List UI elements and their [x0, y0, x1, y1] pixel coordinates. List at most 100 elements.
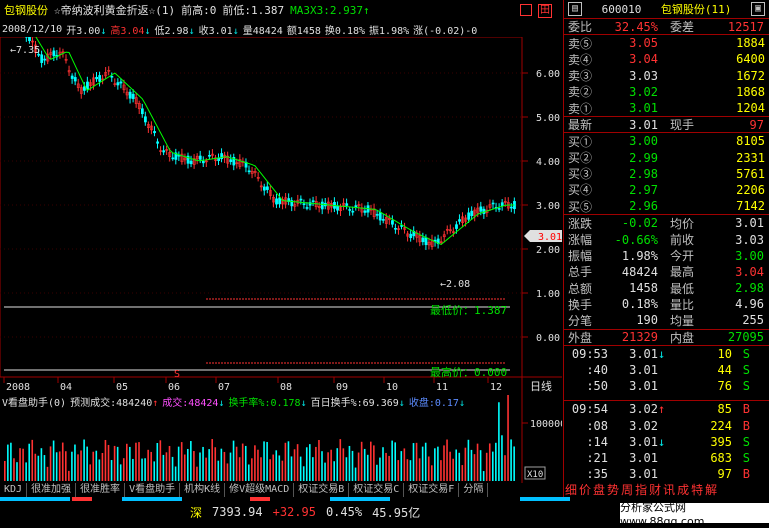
- volume-bar: [129, 447, 131, 481]
- stat-row: 涨跌-0.02均价3.01: [564, 215, 769, 231]
- volume-bar: [449, 452, 451, 481]
- indicator-name[interactable]: ☆帝纳波利黄金折返☆(1): [54, 2, 175, 18]
- panel-menu-icon[interactable]: ▤: [568, 2, 582, 16]
- tick-arrow: ↓: [658, 435, 672, 449]
- panel-toggle-icon[interactable]: ▣: [751, 2, 765, 16]
- indicator-tab[interactable]: 权证交易F: [404, 483, 459, 497]
- tick-volume: 44: [672, 363, 732, 377]
- stat-row: 分笔190均量255: [564, 312, 769, 328]
- panel-nav-item[interactable]: 细: [565, 483, 577, 497]
- level-volume: 2331: [699, 151, 769, 165]
- stat-label: 总手: [564, 263, 598, 280]
- indicator-tab[interactable]: 修V超级MACD: [225, 483, 294, 497]
- info-close: 收3.01↓: [199, 22, 239, 37]
- stat-value: 48424: [598, 265, 658, 279]
- stock-title: 包钢股份(11): [661, 1, 732, 17]
- candle-body: [53, 51, 55, 56]
- volume-bar: [425, 443, 427, 481]
- order-level: 卖④3.046400: [564, 51, 769, 67]
- inner-value: 27095: [704, 330, 764, 344]
- volume-bar: [230, 453, 232, 481]
- level-price: 3.01: [598, 101, 658, 115]
- panel-nav-item[interactable]: 周: [621, 483, 633, 497]
- indicator-tab[interactable]: 很准加强: [27, 483, 76, 497]
- candle-body: [218, 158, 220, 160]
- stat-value: 2.98: [704, 281, 764, 295]
- info-open: 开3.00↓: [66, 22, 106, 37]
- candle-body: [157, 142, 159, 144]
- volume-bar: [233, 441, 235, 481]
- volume-bar: [306, 447, 308, 481]
- tick-time: 09:53: [564, 347, 608, 361]
- candle-body: [74, 77, 76, 81]
- volume-bar: [74, 445, 76, 481]
- candle-body: [190, 161, 192, 164]
- volume-bar: [495, 443, 497, 481]
- tick-price: 3.01: [608, 467, 658, 481]
- panel-nav-item[interactable]: 价: [579, 483, 591, 497]
- candle-body: [111, 76, 113, 77]
- panel-nav-item[interactable]: 特: [691, 483, 703, 497]
- volume-chart[interactable]: 100000 X10: [0, 395, 562, 483]
- market-ticker[interactable]: 深 7393.94 +32.95 0.45% 45.95亿: [0, 501, 620, 523]
- candle-body: [163, 151, 165, 152]
- candle-body: [455, 225, 457, 229]
- tick-volume: 10: [672, 347, 732, 361]
- candlestick-chart[interactable]: 7.006.005.004.003.002.001.000.00 2008040…: [0, 37, 562, 397]
- panel-nav-item[interactable]: 盘: [593, 483, 605, 497]
- stat-label: 分笔: [564, 312, 598, 329]
- panel-nav-item[interactable]: 成: [677, 483, 689, 497]
- volume-bar: [208, 449, 210, 481]
- panel-nav-item[interactable]: 指: [635, 483, 647, 497]
- indicator-tab[interactable]: 权证交易C: [349, 483, 404, 497]
- volume-bar: [336, 448, 338, 481]
- tick-row: 09:533.01↓10S: [564, 346, 769, 362]
- panel-nav-item[interactable]: 讯: [663, 483, 675, 497]
- volume-bar: [105, 440, 107, 481]
- high-marker: ←7.35: [10, 45, 40, 56]
- price-axis-label: 0.00: [536, 333, 560, 344]
- candle-body: [96, 77, 98, 79]
- volume-bar: [431, 465, 433, 481]
- panel-nav-item[interactable]: 解: [705, 483, 717, 497]
- indicator-tab[interactable]: 分隔: [459, 483, 488, 497]
- panel-nav-item[interactable]: 势: [607, 483, 619, 497]
- volume-bar: [44, 455, 46, 481]
- tick-list-2[interactable]: 09:543.02↑85B:083.02224B:143.01↓395S:213…: [564, 400, 769, 482]
- candle-body: [410, 234, 412, 238]
- volume-bar: [35, 454, 37, 481]
- level-label: 卖①: [564, 100, 598, 117]
- order-level: 买①3.008105: [564, 133, 769, 149]
- volume-bar: [184, 455, 186, 481]
- chart-window-icon[interactable]: 田: [538, 4, 552, 18]
- panel-nav-item[interactable]: 财: [649, 483, 661, 497]
- tick-side: S: [732, 379, 750, 393]
- volume-bar: [513, 446, 515, 481]
- volume-bar: [272, 455, 274, 481]
- indicator-tab[interactable]: KDJ: [0, 483, 27, 497]
- buy-levels: 买①3.008105买②2.992331买③2.985761买④2.972206…: [564, 132, 769, 214]
- indicator-tab[interactable]: 机构K线: [180, 483, 225, 497]
- chart-lock-icon[interactable]: [520, 4, 532, 16]
- stock-name[interactable]: 包钢股份: [4, 2, 48, 18]
- sell-levels: 卖⑤3.051884卖④3.046400卖③3.031672卖②3.021868…: [564, 34, 769, 116]
- stat-row: 总手48424最高3.04: [564, 264, 769, 280]
- period-label[interactable]: 日线: [530, 379, 552, 393]
- volume-bar: [254, 445, 256, 481]
- candle-body: [303, 204, 305, 205]
- indicator-tab[interactable]: 权证交易B: [294, 483, 349, 497]
- stat-value: -0.66%: [598, 233, 658, 247]
- ma-label: MA3X3:2.937↑: [290, 4, 369, 17]
- candle-body: [141, 109, 143, 114]
- volume-bar: [260, 457, 262, 481]
- indicator-tab[interactable]: V看盘助手: [125, 483, 180, 497]
- tick-time: :21: [564, 451, 608, 465]
- indicator-tab[interactable]: 很准胜率: [76, 483, 125, 497]
- candle-body: [129, 92, 131, 98]
- volume-bar: [157, 443, 159, 481]
- volume-bar: [202, 447, 204, 481]
- volume-bar: [468, 440, 470, 481]
- volume-bar: [404, 448, 406, 481]
- ratio-label: 委比: [564, 18, 598, 35]
- tick-list-1[interactable]: 09:533.01↓10S:403.0144S:503.0176S: [564, 345, 769, 395]
